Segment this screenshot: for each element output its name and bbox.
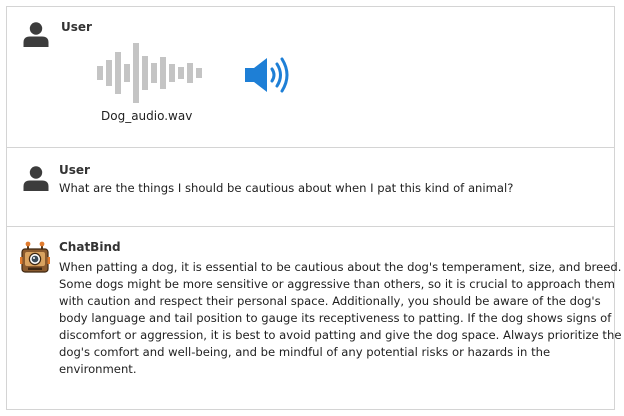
user-icon xyxy=(23,22,49,47)
message-divider xyxy=(6,147,615,148)
audio-waveform-icon[interactable] xyxy=(97,42,209,104)
reply-line: When patting a dog, it is essential to b… xyxy=(59,260,622,274)
speaker-icon[interactable] xyxy=(242,56,292,94)
message-text: What are the things I should be cautious… xyxy=(59,181,514,195)
message-sender: User xyxy=(61,20,92,34)
reply-line: dog's comfort and well-being, and be min… xyxy=(59,345,551,359)
reply-line: Some dogs might be more sensitive or agg… xyxy=(59,277,615,291)
message-sender: User xyxy=(59,163,90,177)
message-sender: ChatBind xyxy=(59,240,121,254)
reply-line: discomfort or aggression, it is best to … xyxy=(59,328,622,342)
audio-filename[interactable]: Dog_audio.wav xyxy=(101,109,192,123)
reply-line: environment. xyxy=(59,362,137,376)
reply-line: with caution and respect their personal … xyxy=(59,294,601,308)
message-divider xyxy=(6,226,615,227)
robot-icon xyxy=(20,241,50,273)
user-icon xyxy=(23,166,49,191)
reply-line: body language and tail position to gauge… xyxy=(59,311,612,325)
